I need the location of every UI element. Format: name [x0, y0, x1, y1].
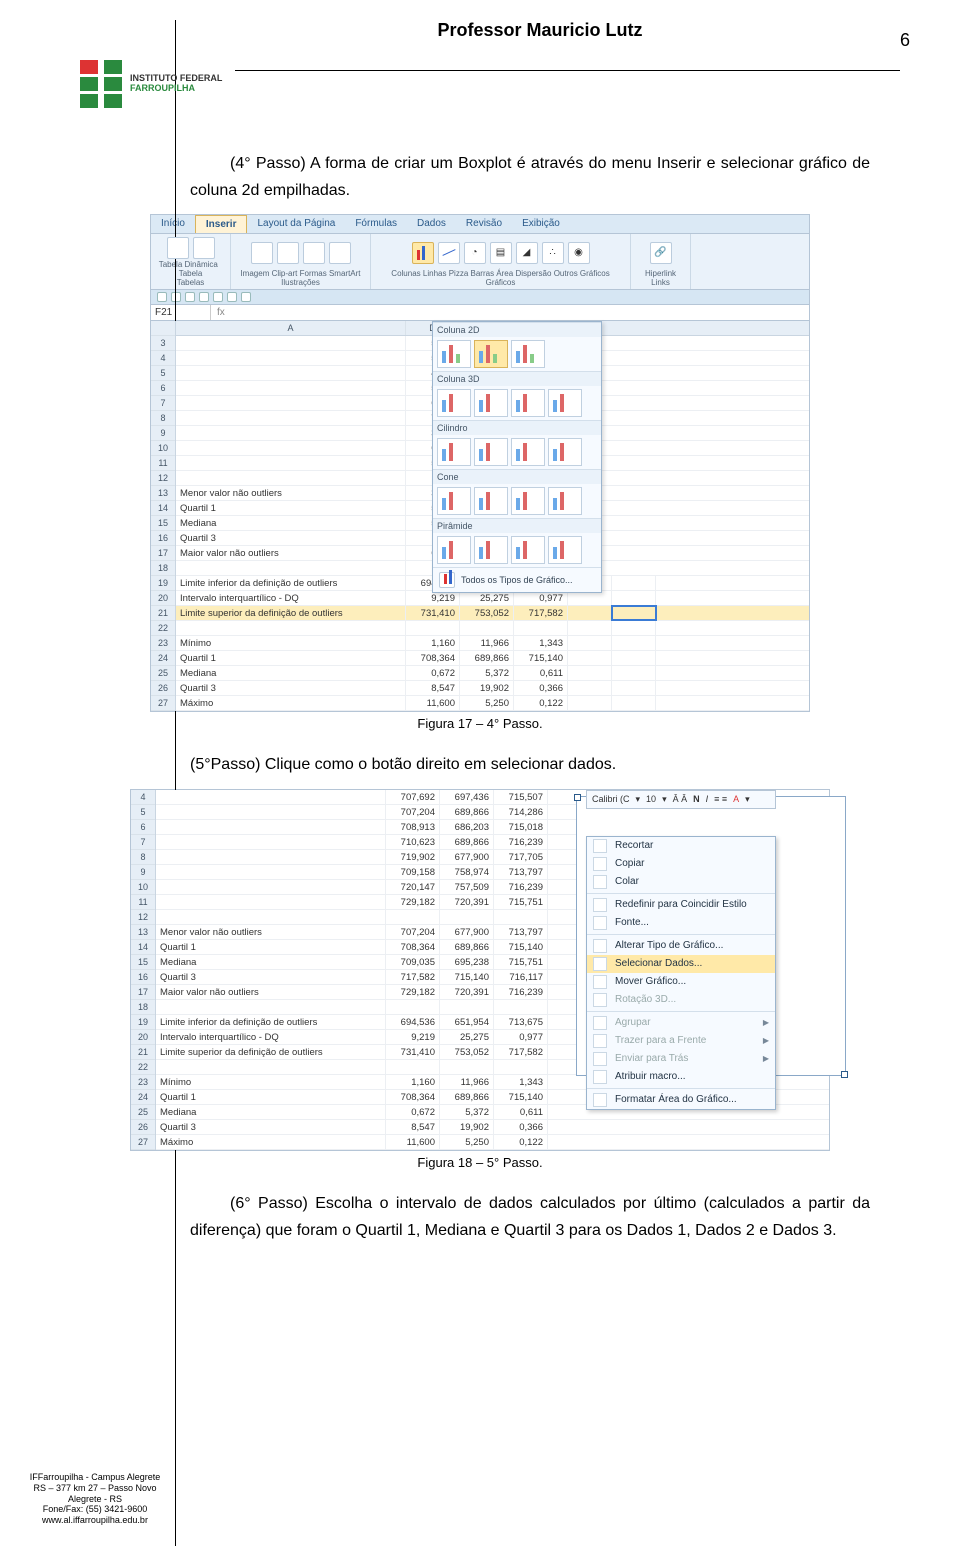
table-row: Máximo11,6005,2500,122 — [176, 696, 809, 711]
ribbon-tab: Início — [151, 215, 195, 233]
excel-screenshot-2: 4567891011121314151617181920212223242526… — [130, 789, 830, 1151]
table-row — [176, 621, 809, 636]
line-chart-icon — [438, 242, 460, 264]
context-menu-item: Colar — [587, 873, 775, 891]
context-menu-item: Enviar para Trás▶ — [587, 1050, 775, 1068]
ribbon-tab: Fórmulas — [345, 215, 407, 233]
area-chart-icon: ◢ — [516, 242, 538, 264]
row-headers: 3456789101112131415161718192021222324252… — [151, 321, 176, 711]
stacked-column-2d-icon — [474, 340, 508, 368]
table-row: Mínimo1,16011,9661,343 — [176, 636, 809, 651]
image-icon — [251, 242, 273, 264]
qat-undo-icon — [171, 292, 181, 302]
context-menu-item: Formatar Área do Gráfico... — [587, 1091, 775, 1109]
context-menu-item: Copiar — [587, 855, 775, 873]
context-menu-item: Alterar Tipo de Gráfico... — [587, 937, 775, 955]
formula-bar: F21 fx — [151, 305, 809, 321]
logo-text: INSTITUTO FEDERALFARROUPILHA — [130, 74, 222, 94]
shapes-icon — [303, 242, 325, 264]
scatter-chart-icon: ∴ — [542, 242, 564, 264]
ribbon-tabs: InícioInserirLayout da PáginaFórmulasDad… — [151, 215, 809, 234]
column-chart-dropdown: Coluna 2D Coluna 3D Cilindro Cone Pirâmi… — [432, 321, 602, 593]
mini-toolbar: Calibri (C▾ 10▾ Â Â N I ≡ ≡ A ▾ — [586, 790, 776, 809]
context-menu-item: Trazer para a Frente▶ — [587, 1032, 775, 1050]
page-footer: IFFarroupilha - Campus Alegrete RS – 377… — [20, 1472, 170, 1526]
context-menu-item: Rotação 3D... — [587, 991, 775, 1009]
clipart-icon — [277, 242, 299, 264]
figure-18-caption: Figura 18 – 5° Passo. — [60, 1155, 900, 1170]
table-row: Quartil 1708,364689,866715,140 — [176, 651, 809, 666]
table-row: Mediana0,6725,3720,611 — [176, 666, 809, 681]
paragraph-step5: (5°Passo) Clique como o botão direito em… — [190, 751, 870, 778]
ribbon-body: Tabela Dinâmica Tabela Tabelas Imagem Cl… — [151, 234, 809, 290]
quick-access-toolbar — [151, 290, 809, 305]
context-menu-item: Mover Gráfico... — [587, 973, 775, 991]
ribbon-tab: Dados — [407, 215, 456, 233]
table-row: Intervalo interquartílico - DQ9,21925,27… — [176, 591, 809, 606]
table-row: Quartil 38,54719,9020,366 — [176, 681, 809, 696]
page-number: 6 — [900, 30, 910, 51]
context-menu-item: Atribuir macro... — [587, 1068, 775, 1086]
context-menu-item: Redefinir para Coincidir Estilo — [587, 896, 775, 914]
context-menu-item: Selecionar Dados... — [587, 955, 775, 973]
pivot-table-icon — [167, 237, 189, 259]
paragraph-step6: (6° Passo) Escolha o intervalo de dados … — [190, 1190, 870, 1244]
excel-screenshot-1: InícioInserirLayout da PáginaFórmulasDad… — [150, 214, 810, 712]
ribbon-tab: Layout da Página — [247, 215, 345, 233]
professor-title: Professor Mauricio Lutz — [60, 20, 900, 41]
other-chart-icon: ◉ — [568, 242, 590, 264]
hyperlink-icon: 🔗 — [650, 242, 672, 264]
figure-17-caption: Figura 17 – 4° Passo. — [60, 716, 900, 731]
context-menu-item: Fonte... — [587, 914, 775, 932]
institution-logo: INSTITUTO FEDERALFARROUPILHA — [80, 60, 222, 108]
all-charts-icon — [439, 572, 455, 588]
ribbon-tab: Exibição — [512, 215, 570, 233]
row-headers-2: 4567891011121314151617181920212223242526… — [131, 790, 156, 1150]
name-box: F21 — [151, 305, 211, 320]
smartart-icon — [329, 242, 351, 264]
table-row: Máximo11,6005,2500,122 — [156, 1135, 829, 1150]
chart-context-menu: RecortarCopiarColar Redefinir para Coinci… — [586, 836, 776, 1110]
qat-save-icon — [157, 292, 167, 302]
table-row: Quartil 38,54719,9020,366 — [156, 1120, 829, 1135]
qat-redo-icon — [185, 292, 195, 302]
pie-chart-icon: ◔ — [464, 242, 486, 264]
table-icon — [193, 237, 215, 259]
ribbon-tab: Inserir — [195, 215, 248, 233]
fx-icon: fx — [211, 305, 231, 320]
ribbon-tab: Revisão — [456, 215, 512, 233]
column-chart-icon — [412, 242, 434, 264]
table-row: Limite superior da definição de outliers… — [176, 606, 809, 621]
bar-chart-icon: ▤ — [490, 242, 512, 264]
context-menu-item: Agrupar▶ — [587, 1014, 775, 1032]
logo-mark — [80, 60, 124, 108]
page-header: Professor Mauricio Lutz INSTITUTO FEDERA… — [60, 20, 900, 130]
context-menu-item: Recortar — [587, 837, 775, 855]
paragraph-step4: (4° Passo) A forma de criar um Boxplot é… — [190, 150, 870, 204]
header-rule-top — [235, 70, 900, 71]
